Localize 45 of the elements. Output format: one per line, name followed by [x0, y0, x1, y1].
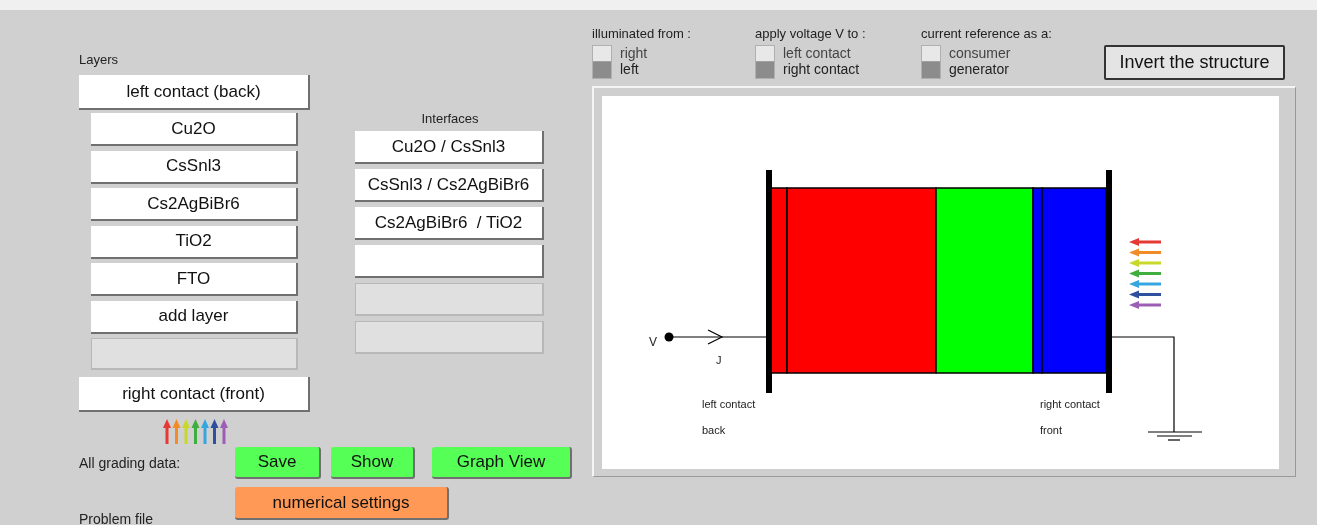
current-label: J	[716, 354, 722, 366]
numerical-settings-button[interactable]: numerical settings	[235, 487, 449, 520]
contact-label: right contact	[1040, 398, 1100, 410]
contact-label: back	[702, 424, 726, 436]
option-label: generator	[949, 61, 1010, 77]
layer-button[interactable]: FTO	[91, 263, 298, 296]
interface-button[interactable]	[355, 245, 544, 278]
grading-button[interactable]: Show	[331, 447, 415, 479]
section-title: Interfaces	[420, 111, 480, 126]
light-arrows-icon	[1129, 238, 1161, 309]
option-label: right	[620, 45, 648, 61]
toggle-segment[interactable]	[922, 46, 940, 62]
grading-label: All grading data:	[79, 453, 182, 473]
layer-button[interactable]: TiO2	[91, 225, 298, 259]
grading-button[interactable]: Graph View	[432, 447, 572, 479]
interface-button[interactable]: CsSnl3 / Cs2AgBiBr6	[355, 169, 544, 202]
contact-label: front	[1040, 424, 1062, 436]
interface-button[interactable]: Cu2O / CsSnl3	[355, 131, 544, 164]
toggle-segment[interactable]	[593, 46, 611, 62]
contact-button[interactable]: right contact (front)	[79, 377, 310, 412]
invert-structure-button[interactable]: Invert the structure	[1104, 45, 1285, 80]
option-title: illuminated from :	[592, 26, 692, 41]
problem-file-label: Problem file	[79, 512, 154, 525]
layer-button[interactable]: Cu2O	[91, 113, 298, 146]
option-title: apply voltage V to :	[755, 26, 867, 41]
contact-label: left contact	[702, 398, 756, 410]
option-label: left	[620, 61, 640, 77]
option-title: current reference as a:	[921, 26, 1053, 41]
layer-button[interactable]: add layer	[91, 300, 298, 334]
light-arrows-icon	[160, 418, 229, 444]
grading-button[interactable]: Save	[235, 447, 321, 479]
toggle-segment[interactable]	[756, 46, 774, 62]
layer-button[interactable]: CsSnl3	[91, 150, 298, 184]
layer-button[interactable]: Cs2AgBiBr6	[91, 188, 298, 221]
option-label: consumer	[949, 45, 1011, 61]
section-title: Layers	[79, 52, 120, 67]
toggle-segment[interactable]	[593, 62, 611, 78]
voltage-label: V	[649, 335, 657, 349]
terminal-dot	[664, 332, 674, 342]
toggle-segment[interactable]	[922, 62, 940, 78]
toggle-segment[interactable]	[756, 62, 774, 78]
option-label: left contact	[783, 45, 852, 61]
contact-button[interactable]: left contact (back)	[79, 75, 310, 110]
interface-button[interactable]: Cs2AgBiBr6 / TiO2	[355, 207, 544, 240]
option-label: right contact	[783, 61, 860, 77]
